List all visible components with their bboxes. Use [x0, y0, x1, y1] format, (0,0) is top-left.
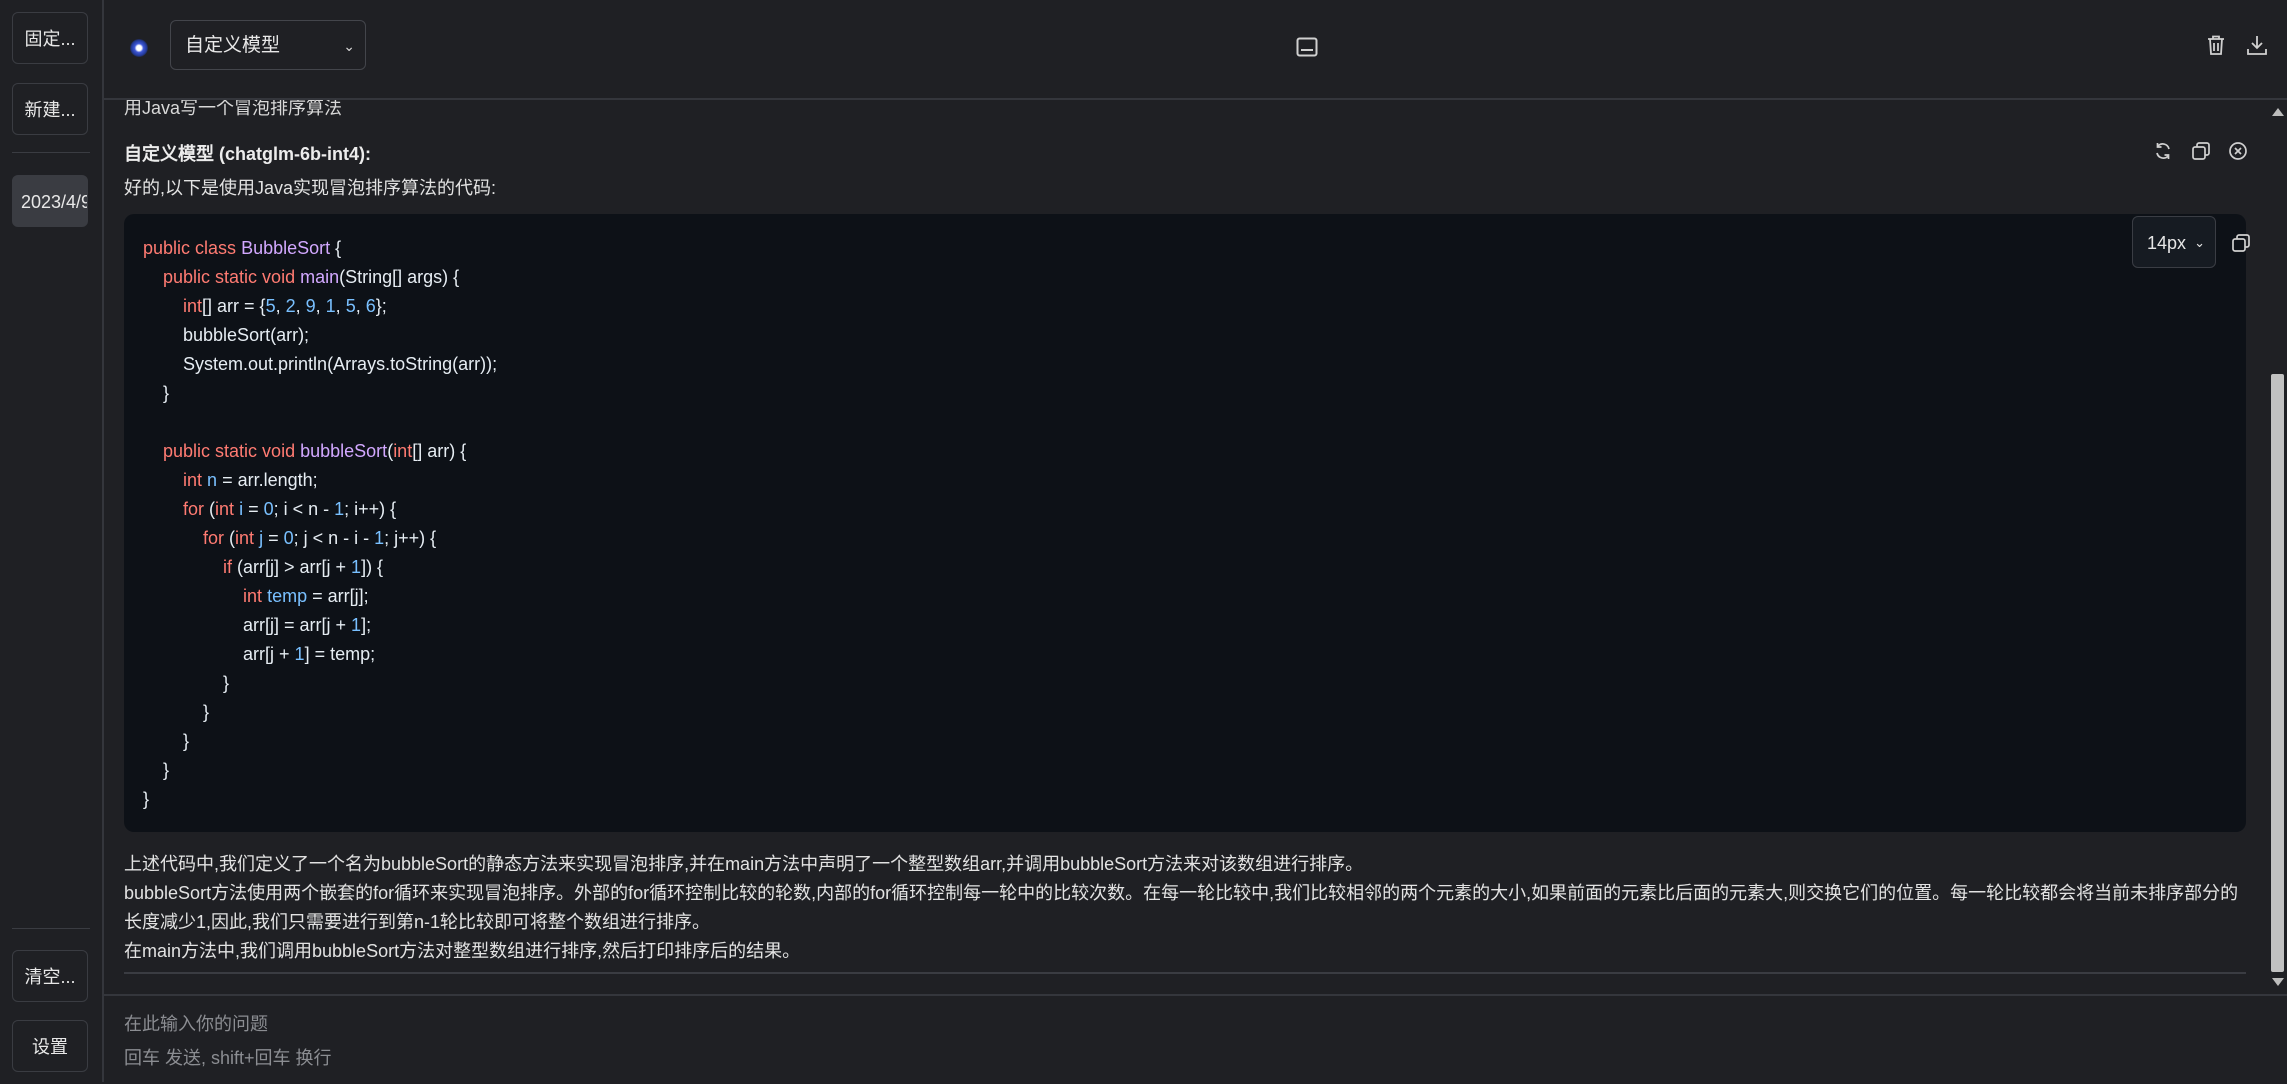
code-line: arr[j] = arr[j + 1]; — [143, 615, 372, 635]
input-hint: 回车 发送, shift+回车 换行 — [124, 1048, 332, 1068]
scrollbar-thumb[interactable] — [2271, 374, 2284, 972]
explanation-paragraph: 上述代码中,我们定义了一个名为bubbleSort的静态方法来实现冒泡排序,并在… — [124, 854, 1364, 874]
font-size-value: 14px — [2147, 233, 2187, 253]
code-line: public static void bubbleSort(int[] arr)… — [163, 441, 467, 461]
sun-logo-icon — [130, 39, 148, 57]
code-line: } — [143, 789, 150, 809]
clear-button[interactable]: 清空... — [12, 950, 88, 1002]
sidebar: 固定... 新建... 2023/4/9 清空... 设置 — [0, 0, 104, 1082]
code-line: } — [143, 673, 230, 693]
reply-explanation: 上述代码中,我们定义了一个名为bubbleSort的静态方法来实现冒泡排序,并在… — [124, 850, 2252, 966]
user-message: 用Java写一个冒泡排序算法 — [124, 100, 343, 118]
chat-area: 用Java写一个冒泡排序算法 自定义模型 (chatglm-6b-int4): … — [104, 100, 2267, 992]
code-line: int[] arr = {5, 2, 9, 1, 5, 6}; — [183, 296, 387, 316]
font-size-select[interactable]: 14px ⌄ — [2132, 216, 2216, 268]
question-input[interactable]: 在此输入你的问题 回车 发送, shift+回车 换行 — [104, 994, 2287, 1084]
delete-icon[interactable] — [2225, 138, 2251, 164]
explanation-paragraph: bubbleSort方法使用两个嵌套的for循环来实现冒泡排序。外部的for循环… — [124, 883, 2239, 932]
code-line: public static void main(String[] args) { — [163, 267, 460, 287]
code-line: int n = arr.length; — [183, 470, 318, 490]
reply-title: 自定义模型 (chatglm-6b-int4): — [124, 144, 371, 164]
code-block: public class BubbleSort { public static … — [124, 214, 2250, 832]
code-line: public class BubbleSort { — [143, 238, 342, 258]
sidebar-divider — [12, 152, 90, 153]
scroll-down-arrow-icon[interactable] — [2272, 978, 2284, 986]
copy-code-icon[interactable] — [2228, 230, 2254, 256]
reply-intro: 好的,以下是使用Java实现冒泡排序算法的代码: — [124, 178, 497, 198]
code-line: } — [143, 383, 170, 403]
code-line: } — [143, 702, 210, 722]
code-content: public class BubbleSort { public static … — [143, 234, 497, 814]
layout-toggle-icon[interactable] — [1292, 32, 1322, 62]
refresh-icon[interactable] — [2150, 138, 2176, 164]
code-line: for (int j = 0; j < n - i - 1; j++) { — [203, 528, 437, 548]
history-item[interactable]: 2023/4/9 — [12, 175, 88, 227]
input-placeholder: 在此输入你的问题 — [124, 1014, 268, 1034]
code-line: } — [143, 731, 190, 751]
code-line: if (arr[j] > arr[j + 1]) { — [223, 557, 384, 577]
explanation-paragraph: 在main方法中,我们调用bubbleSort方法对整型数组进行排序,然后打印排… — [124, 941, 801, 961]
code-line: int temp = arr[j]; — [243, 586, 369, 606]
code-line: System.out.println(Arrays.toString(arr))… — [143, 354, 498, 374]
header: 自定义模型 ⌄ — [104, 0, 2287, 100]
model-select[interactable]: 自定义模型 ⌄ — [170, 20, 366, 70]
settings-button[interactable]: 设置 — [12, 1020, 88, 1072]
pinned-button[interactable]: 固定... — [12, 12, 88, 64]
code-line: } — [143, 760, 170, 780]
code-line: for (int i = 0; i < n - 1; i++) { — [183, 499, 397, 519]
trash-icon[interactable] — [2201, 30, 2231, 60]
chevron-down-icon: ⌄ — [2194, 235, 2205, 250]
copy-icon[interactable] — [2188, 138, 2214, 164]
sidebar-divider — [12, 928, 90, 929]
download-icon[interactable] — [2242, 30, 2272, 60]
model-select-value: 自定义模型 — [185, 35, 281, 56]
message-divider — [124, 972, 2246, 974]
scroll-up-arrow-icon[interactable] — [2272, 108, 2284, 116]
new-chat-button[interactable]: 新建... — [12, 83, 88, 135]
code-line: bubbleSort(arr); — [143, 325, 310, 345]
chevron-down-icon: ⌄ — [343, 38, 355, 54]
code-line: arr[j + 1] = temp; — [143, 644, 376, 664]
